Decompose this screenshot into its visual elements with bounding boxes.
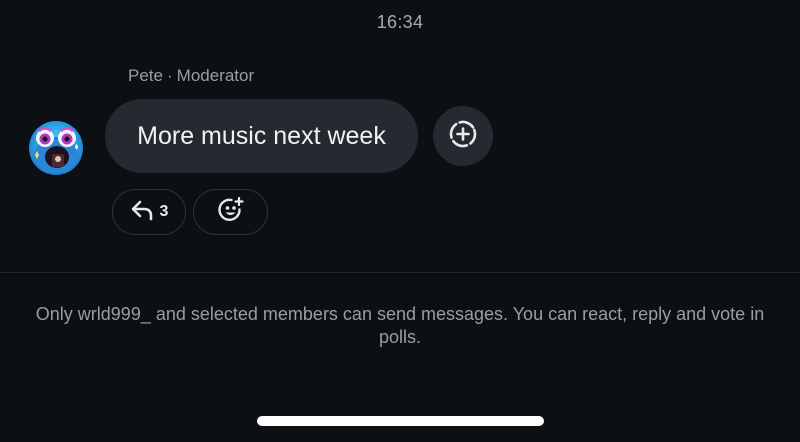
sender-line: Pete · Moderator [128,66,254,86]
chat-screen: 16:34 Pete · Moderator More music next w… [0,0,800,442]
add-emoji-reaction-button[interactable] [193,189,268,235]
home-indicator[interactable] [257,416,544,426]
add-reaction-icon [447,118,479,155]
emoji-add-icon [217,196,245,229]
message-bubble[interactable]: More music next week [105,99,418,173]
sender-name[interactable]: Pete [128,66,163,85]
reply-button[interactable]: 3 [112,189,186,235]
sender-role: Moderator [176,66,255,85]
reply-count: 3 [159,203,169,220]
message-text: More music next week [137,121,386,150]
avatar[interactable] [29,121,83,175]
messaging-restriction-notice: Only wrld999_ and selected members can s… [35,304,765,347]
message-timestamp: 16:34 [376,12,424,32]
reply-icon [130,198,156,227]
sender-separator: · [166,66,173,85]
add-reaction-button[interactable] [433,106,493,166]
avatar-image [29,121,83,175]
composer-divider [0,272,800,273]
